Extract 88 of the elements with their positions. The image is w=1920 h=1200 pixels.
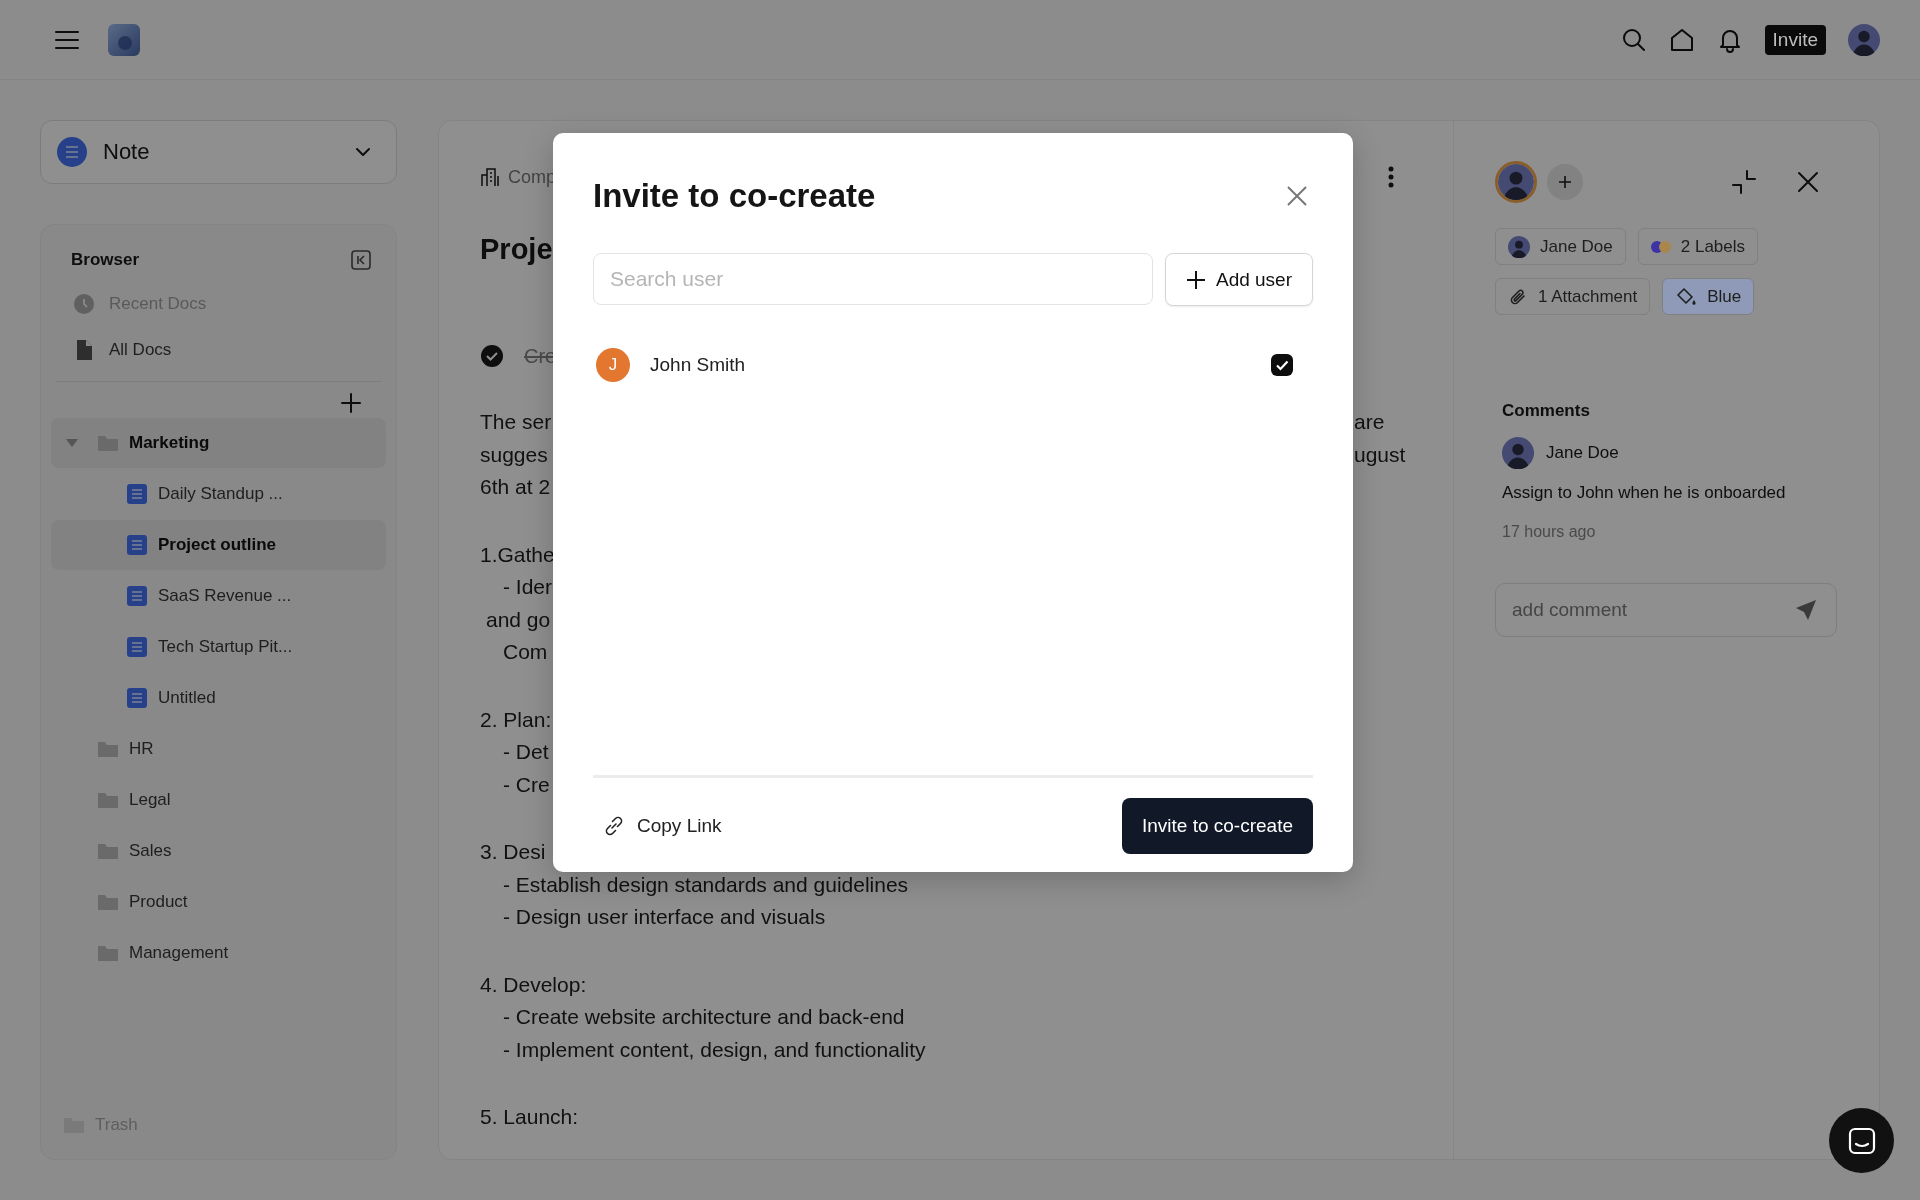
tree-item[interactable]: Sales (51, 826, 386, 876)
document-icon (127, 688, 147, 708)
tree-item[interactable]: Marketing (51, 418, 386, 468)
folder-icon (97, 842, 119, 860)
document-icon (127, 484, 147, 504)
text-line: 6th at 2 (480, 475, 551, 500)
tree-item[interactable]: HR (51, 724, 386, 774)
more-vertical-icon[interactable] (1387, 165, 1395, 189)
text-line: ugust (1354, 442, 1406, 467)
text-line: - Create website architecture and back-end (503, 1005, 905, 1030)
labels-chip[interactable]: 2 Labels (1637, 228, 1759, 265)
folder-icon (97, 944, 119, 962)
text-line: - Ider (503, 575, 552, 600)
document-icon (127, 535, 147, 555)
text-line: 5. Launch: (480, 1105, 579, 1130)
add-collaborator-icon[interactable] (1547, 164, 1583, 200)
menu-icon[interactable] (54, 29, 80, 50)
collaborator-avatar (1495, 161, 1537, 203)
tree-item[interactable]: Daily Standup ... (51, 469, 386, 519)
tree-item[interactable]: Management (51, 928, 386, 978)
note-icon (57, 137, 87, 167)
search-icon[interactable] (1620, 26, 1647, 53)
folder-icon (97, 434, 119, 452)
text-line: and go (486, 607, 551, 632)
comment-author: Jane Doe (1546, 443, 1619, 463)
text-line: sugges (480, 442, 549, 467)
text-line: 1.Gathe (480, 542, 555, 567)
avatar-icon[interactable] (1848, 23, 1880, 56)
clock-icon (73, 293, 95, 315)
nav-item[interactable]: All Docs (51, 327, 386, 373)
text-line: - Cre (503, 772, 550, 797)
text-line: - Design user interface and visuals (503, 905, 826, 930)
invite-button[interactable]: Invite (1764, 24, 1826, 55)
plus-icon[interactable] (340, 392, 362, 414)
comment-text: Assign to John when he is onboarded (1501, 483, 1787, 503)
attachment-chip[interactable]: 1 Attachment (1495, 278, 1651, 315)
task-checkbox-icon[interactable] (480, 344, 504, 368)
text-line: The ser (480, 410, 553, 435)
color-chip[interactable]: Blue (1662, 278, 1755, 315)
document-icon (127, 637, 147, 657)
assignee-chip[interactable]: Jane Doe (1495, 228, 1626, 265)
chat-bubble-icon (1846, 1125, 1877, 1156)
text-line: are (1354, 410, 1385, 435)
invite-submit-button[interactable]: Invite to co-create (1121, 798, 1313, 854)
text-line: - Establish design standards and guidelines (503, 872, 909, 897)
comments-heading: Comments (1501, 401, 1591, 421)
app-logo-icon[interactable] (108, 23, 140, 56)
comment-time: 17 hours ago (1501, 523, 1597, 541)
user-name: John Smith (650, 354, 747, 376)
close-icon[interactable] (1286, 185, 1308, 207)
close-icon[interactable] (1797, 171, 1819, 193)
tree-item[interactable]: Product (51, 877, 386, 927)
search-user-field[interactable]: Search user (593, 253, 1153, 305)
building-icon (480, 167, 500, 187)
text-line: Com (503, 640, 548, 665)
copy-link-button[interactable]: Copy Link (593, 813, 730, 839)
caret-down-icon (65, 438, 79, 448)
text-line: 4. Develop: (480, 972, 587, 997)
tree-item[interactable]: Legal (51, 775, 386, 825)
workspace-label: Note (103, 139, 151, 165)
home-icon[interactable] (1668, 26, 1695, 53)
tree-item[interactable]: Tech Startup Pit... (51, 622, 386, 672)
avatar-icon (1508, 235, 1530, 258)
avatar-icon (1502, 437, 1534, 469)
send-icon[interactable] (1795, 599, 1817, 621)
folder-icon (97, 791, 119, 809)
document-icon (127, 586, 147, 606)
comment-field[interactable]: add comment (1495, 583, 1837, 637)
minimize-icon[interactable] (1731, 169, 1757, 195)
paint-bucket-icon (1675, 286, 1698, 307)
checkbox[interactable] (1271, 354, 1293, 376)
workspace-dropdown[interactable]: Note (40, 120, 397, 184)
user-avatar: J (596, 348, 630, 382)
document-title: Proje (480, 233, 554, 266)
folder-icon (97, 893, 119, 911)
text-line: 3. Desi (480, 840, 546, 865)
folder-icon (97, 740, 119, 758)
text-line: - Det (503, 740, 549, 765)
tree-item[interactable]: Untitled (51, 673, 386, 723)
text-line: - Implement content, design, and functionality (503, 1037, 926, 1062)
plus-icon (1185, 269, 1206, 290)
tree-item[interactable]: SaaS Revenue ... (51, 571, 386, 621)
text-line: 2. Plan: (480, 707, 552, 732)
browser-title: Browser (71, 250, 140, 270)
dialog-title: Invite to co-create (593, 177, 876, 215)
tree-item[interactable]: Project outline (51, 520, 386, 570)
collapse-sidebar-icon[interactable] (350, 249, 372, 271)
add-user-button[interactable]: Add user (1164, 253, 1313, 306)
